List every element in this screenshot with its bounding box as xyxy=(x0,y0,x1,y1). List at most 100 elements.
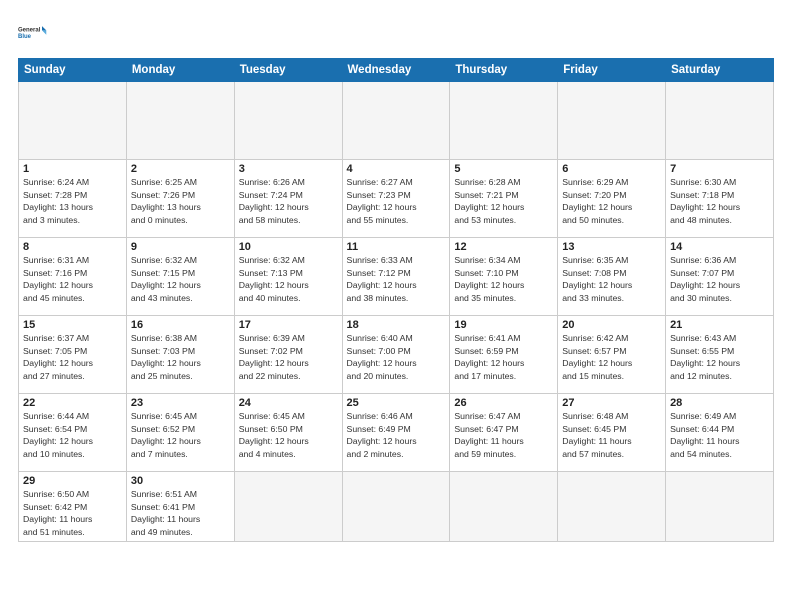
day-cell-15: 15Sunrise: 6:37 AM Sunset: 7:05 PM Dayli… xyxy=(19,316,127,394)
day-info: Sunrise: 6:50 AM Sunset: 6:42 PM Dayligh… xyxy=(23,488,122,538)
day-cell-25: 25Sunrise: 6:46 AM Sunset: 6:49 PM Dayli… xyxy=(342,394,450,472)
empty-cell xyxy=(666,82,774,160)
day-number: 14 xyxy=(670,241,769,253)
day-number: 18 xyxy=(347,319,446,331)
day-cell-26: 26Sunrise: 6:47 AM Sunset: 6:47 PM Dayli… xyxy=(450,394,558,472)
day-number: 24 xyxy=(239,397,338,409)
day-cell-22: 22Sunrise: 6:44 AM Sunset: 6:54 PM Dayli… xyxy=(19,394,127,472)
calendar-header-row: SundayMondayTuesdayWednesdayThursdayFrid… xyxy=(19,59,774,82)
day-cell-17: 17Sunrise: 6:39 AM Sunset: 7:02 PM Dayli… xyxy=(234,316,342,394)
day-number: 17 xyxy=(239,319,338,331)
empty-cell xyxy=(450,82,558,160)
day-cell-12: 12Sunrise: 6:34 AM Sunset: 7:10 PM Dayli… xyxy=(450,238,558,316)
day-cell-7: 7Sunrise: 6:30 AM Sunset: 7:18 PM Daylig… xyxy=(666,160,774,238)
day-cell-16: 16Sunrise: 6:38 AM Sunset: 7:03 PM Dayli… xyxy=(126,316,234,394)
day-cell-6: 6Sunrise: 6:29 AM Sunset: 7:20 PM Daylig… xyxy=(558,160,666,238)
header: GeneralBlue xyxy=(18,18,774,48)
day-info: Sunrise: 6:39 AM Sunset: 7:02 PM Dayligh… xyxy=(239,332,338,382)
day-info: Sunrise: 6:35 AM Sunset: 7:08 PM Dayligh… xyxy=(562,254,661,304)
day-number: 4 xyxy=(347,163,446,175)
day-cell-3: 3Sunrise: 6:26 AM Sunset: 7:24 PM Daylig… xyxy=(234,160,342,238)
svg-text:Blue: Blue xyxy=(18,34,32,40)
day-cell-13: 13Sunrise: 6:35 AM Sunset: 7:08 PM Dayli… xyxy=(558,238,666,316)
week-row-3: 8Sunrise: 6:31 AM Sunset: 7:16 PM Daylig… xyxy=(19,238,774,316)
day-number: 1 xyxy=(23,163,122,175)
empty-cell xyxy=(558,472,666,542)
day-cell-19: 19Sunrise: 6:41 AM Sunset: 6:59 PM Dayli… xyxy=(450,316,558,394)
day-cell-10: 10Sunrise: 6:32 AM Sunset: 7:13 PM Dayli… xyxy=(234,238,342,316)
day-info: Sunrise: 6:26 AM Sunset: 7:24 PM Dayligh… xyxy=(239,176,338,226)
day-cell-2: 2Sunrise: 6:25 AM Sunset: 7:26 PM Daylig… xyxy=(126,160,234,238)
day-info: Sunrise: 6:25 AM Sunset: 7:26 PM Dayligh… xyxy=(131,176,230,226)
day-cell-20: 20Sunrise: 6:42 AM Sunset: 6:57 PM Dayli… xyxy=(558,316,666,394)
day-info: Sunrise: 6:47 AM Sunset: 6:47 PM Dayligh… xyxy=(454,410,553,460)
day-cell-14: 14Sunrise: 6:36 AM Sunset: 7:07 PM Dayli… xyxy=(666,238,774,316)
day-info: Sunrise: 6:40 AM Sunset: 7:00 PM Dayligh… xyxy=(347,332,446,382)
day-number: 12 xyxy=(454,241,553,253)
col-header-saturday: Saturday xyxy=(666,59,774,82)
day-info: Sunrise: 6:37 AM Sunset: 7:05 PM Dayligh… xyxy=(23,332,122,382)
day-cell-27: 27Sunrise: 6:48 AM Sunset: 6:45 PM Dayli… xyxy=(558,394,666,472)
empty-cell xyxy=(126,82,234,160)
calendar-table: SundayMondayTuesdayWednesdayThursdayFrid… xyxy=(18,58,774,542)
day-cell-30: 30Sunrise: 6:51 AM Sunset: 6:41 PM Dayli… xyxy=(126,472,234,542)
week-row-1 xyxy=(19,82,774,160)
day-number: 22 xyxy=(23,397,122,409)
empty-cell xyxy=(558,82,666,160)
day-number: 29 xyxy=(23,475,122,487)
empty-cell xyxy=(342,82,450,160)
day-number: 10 xyxy=(239,241,338,253)
col-header-sunday: Sunday xyxy=(19,59,127,82)
col-header-wednesday: Wednesday xyxy=(342,59,450,82)
day-cell-21: 21Sunrise: 6:43 AM Sunset: 6:55 PM Dayli… xyxy=(666,316,774,394)
day-number: 30 xyxy=(131,475,230,487)
day-info: Sunrise: 6:42 AM Sunset: 6:57 PM Dayligh… xyxy=(562,332,661,382)
day-number: 23 xyxy=(131,397,230,409)
day-number: 27 xyxy=(562,397,661,409)
day-info: Sunrise: 6:31 AM Sunset: 7:16 PM Dayligh… xyxy=(23,254,122,304)
page: GeneralBlue SundayMondayTuesdayWednesday… xyxy=(0,0,792,612)
day-cell-1: 1Sunrise: 6:24 AM Sunset: 7:28 PM Daylig… xyxy=(19,160,127,238)
empty-cell xyxy=(234,472,342,542)
week-row-5: 22Sunrise: 6:44 AM Sunset: 6:54 PM Dayli… xyxy=(19,394,774,472)
day-number: 8 xyxy=(23,241,122,253)
day-number: 28 xyxy=(670,397,769,409)
day-number: 13 xyxy=(562,241,661,253)
day-cell-8: 8Sunrise: 6:31 AM Sunset: 7:16 PM Daylig… xyxy=(19,238,127,316)
empty-cell xyxy=(666,472,774,542)
day-number: 16 xyxy=(131,319,230,331)
day-info: Sunrise: 6:30 AM Sunset: 7:18 PM Dayligh… xyxy=(670,176,769,226)
day-info: Sunrise: 6:44 AM Sunset: 6:54 PM Dayligh… xyxy=(23,410,122,460)
day-info: Sunrise: 6:46 AM Sunset: 6:49 PM Dayligh… xyxy=(347,410,446,460)
logo: GeneralBlue xyxy=(18,18,48,48)
day-cell-29: 29Sunrise: 6:50 AM Sunset: 6:42 PM Dayli… xyxy=(19,472,127,542)
day-info: Sunrise: 6:34 AM Sunset: 7:10 PM Dayligh… xyxy=(454,254,553,304)
day-info: Sunrise: 6:51 AM Sunset: 6:41 PM Dayligh… xyxy=(131,488,230,538)
day-number: 26 xyxy=(454,397,553,409)
day-cell-24: 24Sunrise: 6:45 AM Sunset: 6:50 PM Dayli… xyxy=(234,394,342,472)
day-info: Sunrise: 6:29 AM Sunset: 7:20 PM Dayligh… xyxy=(562,176,661,226)
day-info: Sunrise: 6:24 AM Sunset: 7:28 PM Dayligh… xyxy=(23,176,122,226)
day-info: Sunrise: 6:32 AM Sunset: 7:13 PM Dayligh… xyxy=(239,254,338,304)
col-header-thursday: Thursday xyxy=(450,59,558,82)
col-header-friday: Friday xyxy=(558,59,666,82)
day-info: Sunrise: 6:36 AM Sunset: 7:07 PM Dayligh… xyxy=(670,254,769,304)
day-cell-18: 18Sunrise: 6:40 AM Sunset: 7:00 PM Dayli… xyxy=(342,316,450,394)
day-number: 11 xyxy=(347,241,446,253)
day-cell-4: 4Sunrise: 6:27 AM Sunset: 7:23 PM Daylig… xyxy=(342,160,450,238)
day-info: Sunrise: 6:45 AM Sunset: 6:52 PM Dayligh… xyxy=(131,410,230,460)
empty-cell xyxy=(234,82,342,160)
day-info: Sunrise: 6:43 AM Sunset: 6:55 PM Dayligh… xyxy=(670,332,769,382)
day-cell-11: 11Sunrise: 6:33 AM Sunset: 7:12 PM Dayli… xyxy=(342,238,450,316)
week-row-6: 29Sunrise: 6:50 AM Sunset: 6:42 PM Dayli… xyxy=(19,472,774,542)
day-info: Sunrise: 6:27 AM Sunset: 7:23 PM Dayligh… xyxy=(347,176,446,226)
week-row-2: 1Sunrise: 6:24 AM Sunset: 7:28 PM Daylig… xyxy=(19,160,774,238)
empty-cell xyxy=(342,472,450,542)
day-number: 15 xyxy=(23,319,122,331)
day-number: 25 xyxy=(347,397,446,409)
day-number: 3 xyxy=(239,163,338,175)
day-number: 6 xyxy=(562,163,661,175)
day-info: Sunrise: 6:49 AM Sunset: 6:44 PM Dayligh… xyxy=(670,410,769,460)
day-info: Sunrise: 6:48 AM Sunset: 6:45 PM Dayligh… xyxy=(562,410,661,460)
day-number: 9 xyxy=(131,241,230,253)
